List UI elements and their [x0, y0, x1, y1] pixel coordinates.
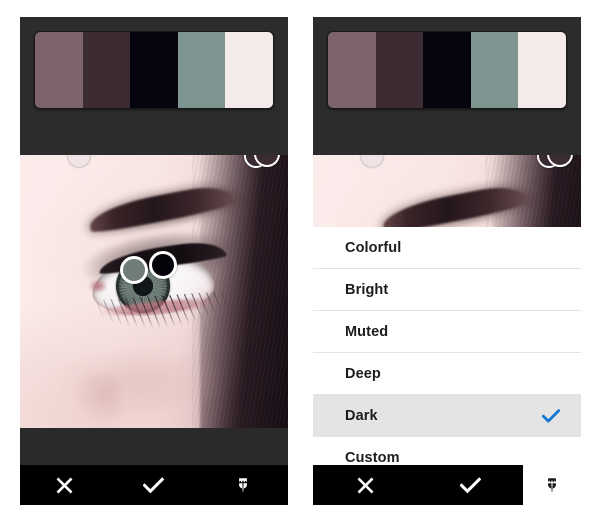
photo-eyelashes [96, 290, 245, 348]
photo-canvas-right[interactable] [313, 155, 581, 227]
phone-screen-right: Colorful Bright Muted Deep Dark Custom [313, 17, 581, 505]
preset-label: Dark [345, 407, 378, 424]
photo-nose-shading [40, 373, 120, 428]
preset-list[interactable]: Colorful Bright Muted Deep Dark Custom [313, 227, 581, 479]
preset-row-muted[interactable]: Muted [313, 311, 581, 353]
swatch-dark-plum[interactable] [375, 32, 424, 108]
close-icon [357, 477, 374, 494]
preset-label: Deep [345, 365, 381, 382]
sampler-handle-liner[interactable] [149, 251, 177, 279]
swatch-sage[interactable] [470, 32, 519, 108]
preset-label: Custom [345, 450, 400, 466]
photo-inner-corner [86, 279, 108, 295]
checkmark-icon [541, 406, 561, 426]
swatch-dark-plum[interactable] [82, 32, 131, 108]
swatch-near-black[interactable] [130, 32, 178, 108]
close-icon [56, 477, 73, 494]
photo-canvas-left[interactable] [20, 155, 288, 428]
sampler-handle-iris[interactable] [120, 256, 148, 284]
palette-presets-button[interactable] [523, 465, 581, 505]
flower-icon [543, 476, 561, 494]
photo-image-right [313, 155, 581, 227]
swatch-near-black[interactable] [423, 32, 471, 108]
palette-presets-button[interactable] [199, 465, 288, 505]
swatch-mauve[interactable] [328, 32, 376, 108]
swatch-mauve[interactable] [35, 32, 83, 108]
swatch-off-white[interactable] [225, 32, 273, 108]
bottom-toolbar-right [313, 465, 581, 505]
swatch-sage[interactable] [177, 32, 226, 108]
checkmark-icon [460, 476, 481, 494]
swatch-off-white[interactable] [518, 32, 566, 108]
preset-row-dark[interactable]: Dark [313, 395, 581, 437]
confirm-button[interactable] [418, 465, 523, 505]
preset-row-deep[interactable]: Deep [313, 353, 581, 395]
palette-swatches-right [328, 32, 566, 108]
preset-label: Colorful [345, 239, 402, 256]
preset-row-bright[interactable]: Bright [313, 269, 581, 311]
checkmark-icon [143, 476, 165, 494]
cancel-button[interactable] [313, 465, 418, 505]
cancel-button[interactable] [20, 465, 109, 505]
confirm-button[interactable] [109, 465, 198, 505]
palette-strip-right[interactable] [327, 31, 567, 109]
palette-swatches-left [35, 32, 273, 108]
phone-screen-left [20, 17, 288, 505]
photo-image-left [20, 155, 288, 428]
photo-letterbox-left [20, 428, 288, 465]
screenshot-stage: Colorful Bright Muted Deep Dark Custom [0, 0, 600, 519]
flower-icon [234, 476, 252, 494]
preset-label: Bright [345, 281, 389, 298]
preset-label: Muted [345, 323, 389, 340]
palette-strip-left[interactable] [34, 31, 274, 109]
bottom-toolbar-left [20, 465, 288, 505]
preset-row-colorful[interactable]: Colorful [313, 227, 581, 269]
